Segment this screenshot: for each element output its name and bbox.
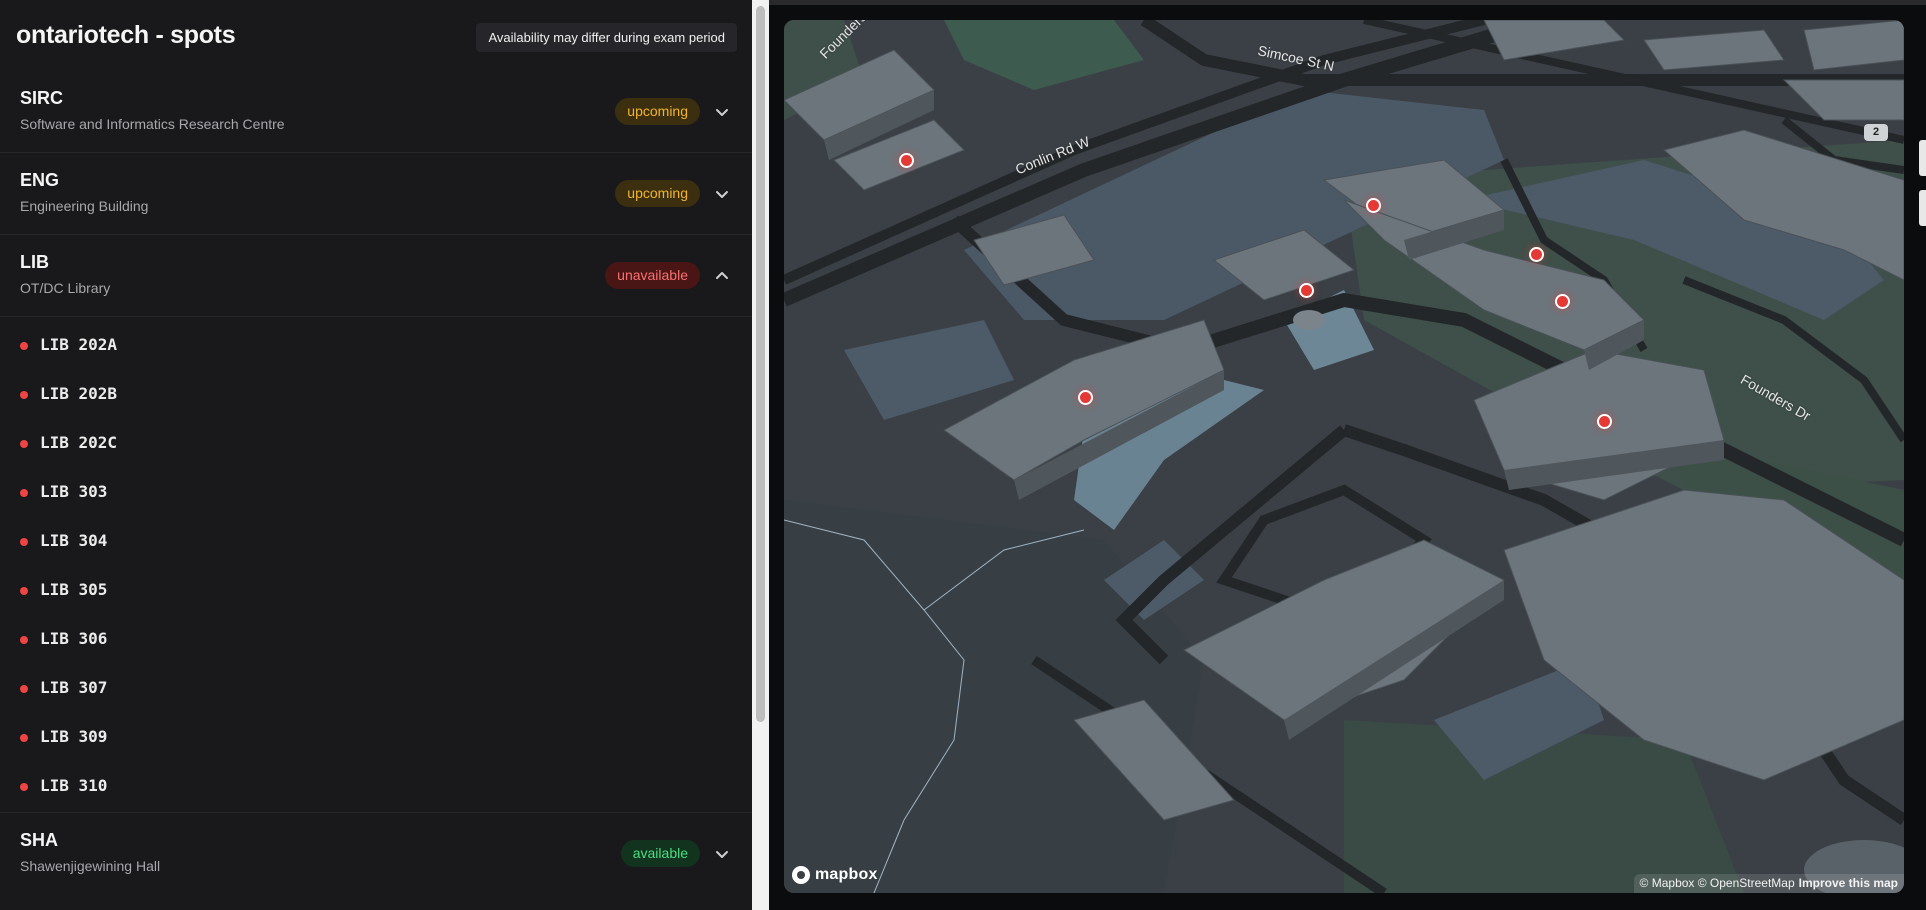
room-pin[interactable] — [1597, 414, 1612, 429]
room-item[interactable]: LIB 303 — [0, 468, 752, 517]
unavailable-dot-icon — [20, 734, 28, 742]
unavailable-dot-icon — [20, 587, 28, 595]
app-window: ontariotech - spots Availability may dif… — [0, 0, 1926, 910]
room-name: LIB 305 — [40, 580, 108, 599]
building-row-eng[interactable]: ENG Engineering Building upcoming — [0, 153, 752, 235]
unavailable-dot-icon — [20, 489, 28, 497]
room-item[interactable]: LIB 202A — [0, 321, 752, 370]
attribution-text[interactable]: © Mapbox © OpenStreetMap — [1640, 876, 1795, 890]
unavailable-dot-icon — [20, 538, 28, 546]
room-item[interactable]: LIB 305 — [0, 566, 752, 615]
improve-map-link[interactable]: Improve this map — [1799, 876, 1898, 890]
room-pin[interactable] — [1299, 283, 1314, 298]
building-name: Engineering Building — [20, 198, 149, 214]
building-row-sirc[interactable]: SIRC Software and Informatics Research C… — [0, 71, 752, 153]
room-item[interactable]: LIB 307 — [0, 664, 752, 713]
mapbox-wordmark: mapbox — [815, 866, 878, 883]
room-pin[interactable] — [899, 153, 914, 168]
scrollbar-thumb[interactable] — [756, 6, 765, 722]
room-name: LIB 304 — [40, 531, 108, 550]
room-item[interactable]: LIB 309 — [0, 713, 752, 762]
unavailable-dot-icon — [20, 440, 28, 448]
mapbox-icon — [792, 866, 810, 884]
room-pin[interactable] — [1555, 294, 1570, 309]
room-pin[interactable] — [1078, 390, 1093, 405]
building-code: SIRC — [20, 88, 64, 108]
exam-period-notice: Availability may differ during exam peri… — [476, 23, 737, 52]
mapbox-logo[interactable]: mapbox — [792, 864, 878, 886]
floor-level-badge[interactable]: 2 — [1864, 124, 1888, 141]
panel-scrollbar[interactable] — [752, 0, 769, 910]
window-edge-controls — [1919, 140, 1926, 235]
building-name: Shawenjigewining Hall — [20, 858, 161, 874]
map-basemap — [784, 20, 1904, 893]
building-row-lib[interactable]: LIB OT/DC Library unavailable — [0, 235, 752, 317]
room-name: LIB 202C — [40, 433, 118, 452]
room-name: LIB 310 — [40, 776, 108, 795]
room-item[interactable]: LIB 202C — [0, 419, 752, 468]
map-container: Founders Dr Simcoe St N Conlin Rd W Foun… — [769, 5, 1926, 910]
chevron-down-icon[interactable] — [714, 186, 730, 202]
app-title: ontariotech - spots — [16, 21, 236, 49]
unavailable-dot-icon — [20, 783, 28, 791]
status-badge: available — [620, 840, 700, 867]
building-name: Software and Informatics Research Centre — [20, 116, 285, 132]
room-list: LIB 202A LIB 202B LIB 202C LIB 303 LIB 3… — [0, 321, 752, 811]
room-item[interactable]: LIB 202B — [0, 370, 752, 419]
room-name: LIB 306 — [40, 629, 108, 648]
unavailable-dot-icon — [20, 685, 28, 693]
status-badge: unavailable — [605, 262, 700, 289]
status-badge: upcoming — [615, 180, 700, 207]
edge-tab[interactable] — [1919, 140, 1926, 176]
room-name: LIB 202A — [40, 335, 118, 354]
chevron-down-icon[interactable] — [714, 104, 730, 120]
status-badge: upcoming — [615, 98, 700, 125]
chevron-down-icon[interactable] — [714, 846, 730, 862]
unavailable-dot-icon — [20, 342, 28, 350]
building-code: SHA — [20, 830, 59, 850]
room-name: LIB 309 — [40, 727, 108, 746]
map-attribution: © Mapbox © OpenStreetMap Improve this map — [1633, 874, 1904, 893]
room-name: LIB 202B — [40, 384, 118, 403]
unavailable-dot-icon — [20, 391, 28, 399]
edge-tab[interactable] — [1919, 190, 1926, 226]
room-item[interactable]: LIB 310 — [0, 762, 752, 811]
building-row-sha[interactable]: SHA Shawenjigewining Hall available — [0, 812, 752, 894]
chevron-up-icon[interactable] — [714, 268, 730, 284]
room-pin[interactable] — [1529, 247, 1544, 262]
building-code: LIB — [20, 252, 49, 272]
building-name: OT/DC Library — [20, 280, 111, 296]
room-item[interactable]: LIB 304 — [0, 517, 752, 566]
room-name: LIB 307 — [40, 678, 108, 697]
panel-header: ontariotech - spots Availability may dif… — [0, 5, 752, 71]
campus-map[interactable]: Founders Dr Simcoe St N Conlin Rd W Foun… — [784, 20, 1904, 893]
building-list-panel: ontariotech - spots Availability may dif… — [0, 0, 752, 910]
room-name: LIB 303 — [40, 482, 108, 501]
room-pin[interactable] — [1366, 198, 1381, 213]
room-item[interactable]: LIB 306 — [0, 615, 752, 664]
building-code: ENG — [20, 170, 60, 190]
unavailable-dot-icon — [20, 636, 28, 644]
